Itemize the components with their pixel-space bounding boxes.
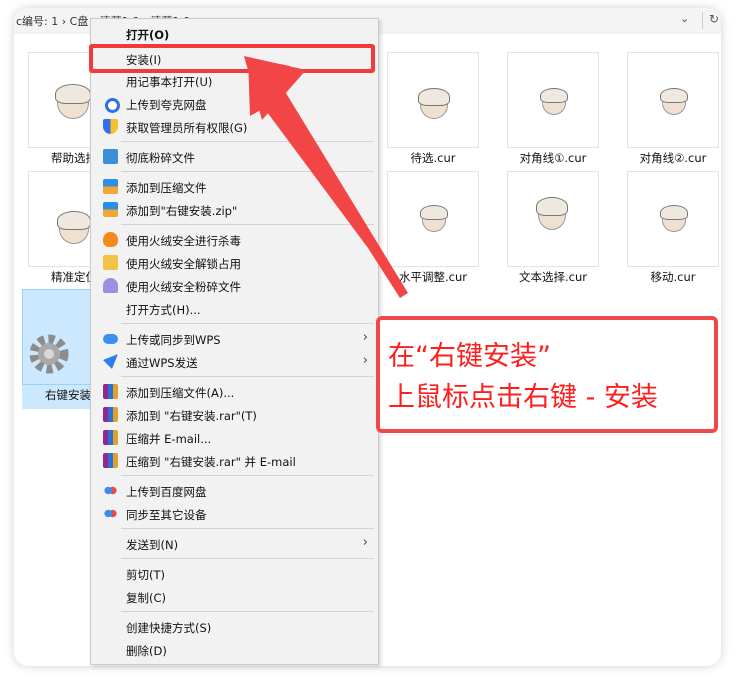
file-tile[interactable]: 对角线②.cur	[627, 52, 719, 170]
menu-item-copy[interactable]: 复制(C)	[91, 586, 378, 608]
menu-separator	[121, 376, 374, 377]
file-tile[interactable]: 移动.cur	[627, 171, 719, 289]
instruction-line-2: 上鼠标点击右键 - 安装	[388, 382, 658, 413]
menu-item-upload-quark[interactable]: 上传到夸克网盘	[91, 93, 378, 115]
instruction-callout: 在“右键安装” 上鼠标点击右键 - 安装	[376, 316, 718, 433]
menu-separator	[121, 611, 374, 612]
menu-item-rar-add-named[interactable]: 添加到 "右键安装.rar"(T)	[91, 404, 378, 426]
menu-separator	[121, 323, 374, 324]
archive-icon	[103, 179, 118, 194]
context-menu: 打开(O) 安装(I) 用记事本打开(U) 上传到夸克网盘 获取管理员所有权限(…	[89, 18, 379, 665]
menu-item-cut[interactable]: 剪切(T)	[91, 563, 378, 585]
shredder-icon	[103, 149, 118, 164]
menu-item-rar-add[interactable]: 添加到压缩文件(A)...	[91, 381, 378, 403]
winrar-icon	[103, 453, 118, 468]
folder-unlock-icon	[103, 255, 118, 270]
refresh-icon[interactable]: ↻	[709, 12, 719, 26]
file-tile[interactable]: 待选.cur	[387, 52, 479, 170]
file-label: 对角线②.cur	[639, 151, 707, 165]
winrar-icon	[103, 430, 118, 445]
menu-separator	[121, 141, 374, 142]
menu-item-wps-send[interactable]: 通过WPS发送 ›	[91, 351, 378, 373]
file-thumbnail	[507, 171, 599, 267]
menu-item-add-to-zip[interactable]: 添加到"右键安装.zip"	[91, 199, 378, 221]
chevron-right-icon: ›	[362, 535, 368, 550]
menu-separator	[121, 475, 374, 476]
menu-item-wps-upload[interactable]: 上传或同步到WPS ›	[91, 328, 378, 350]
menu-item-shred[interactable]: 彻底粉碎文件	[91, 146, 378, 168]
menu-item-add-to-archive[interactable]: 添加到压缩文件	[91, 176, 378, 198]
winrar-icon	[103, 407, 118, 422]
menu-separator	[121, 224, 374, 225]
file-label: 对角线①.cur	[519, 151, 587, 165]
file-thumbnail	[507, 52, 599, 148]
file-thumbnail	[627, 171, 719, 267]
menu-item-huorong-unlock[interactable]: 使用火绒安全解锁占用	[91, 252, 378, 274]
file-thumbnail	[627, 52, 719, 148]
menu-item-rar-email[interactable]: 压缩并 E-mail...	[91, 427, 378, 449]
file-tile[interactable]: 文本选择.cur	[507, 171, 599, 289]
menu-item-baidu-sync[interactable]: 同步至其它设备	[91, 503, 378, 525]
file-label: 移动.cur	[650, 270, 696, 284]
flame-icon	[103, 232, 118, 247]
file-thumbnail	[387, 52, 479, 148]
menu-item-open-with[interactable]: 打开方式(H)...	[91, 298, 378, 320]
send-icon	[103, 354, 118, 369]
menu-item-open[interactable]: 打开(O)	[91, 23, 378, 45]
menu-separator	[121, 528, 374, 529]
file-label: 文本选择.cur	[519, 270, 587, 284]
chevron-right-icon: ›	[362, 353, 368, 368]
shield-icon	[103, 119, 118, 134]
file-label: 待选.cur	[410, 151, 456, 165]
menu-item-huorong-shred[interactable]: 使用火绒安全粉碎文件	[91, 275, 378, 297]
file-tile[interactable]: 水平调整.cur	[387, 171, 479, 289]
file-thumbnail	[387, 171, 479, 267]
chevron-down-icon[interactable]: ⌄	[680, 12, 689, 25]
winrar-icon	[103, 384, 118, 399]
menu-separator	[121, 558, 374, 559]
menu-item-rar-named-email[interactable]: 压缩到 "右键安装.rar" 并 E-mail	[91, 450, 378, 472]
archive-icon	[103, 202, 118, 217]
file-label: 水平调整.cur	[399, 270, 467, 284]
gear-icon	[29, 334, 69, 374]
divider	[702, 12, 703, 29]
menu-item-delete[interactable]: 删除(D)	[91, 639, 378, 661]
menu-item-open-with-notepad[interactable]: 用记事本打开(U)	[91, 70, 378, 92]
install-highlight-box	[89, 44, 375, 73]
menu-item-baidu-upload[interactable]: 上传到百度网盘	[91, 480, 378, 502]
file-tile[interactable]: 对角线①.cur	[507, 52, 599, 170]
menu-item-take-ownership[interactable]: 获取管理员所有权限(G)	[91, 116, 378, 138]
menu-item-huorong-scan[interactable]: 使用火绒安全进行杀毒	[91, 229, 378, 251]
cloud-icon	[103, 334, 118, 344]
menu-separator	[121, 171, 374, 172]
quark-icon	[105, 98, 120, 113]
baidu-icon	[103, 483, 118, 498]
baidu-icon	[103, 506, 118, 521]
instruction-line-1: 在“右键安装”	[388, 341, 551, 372]
chevron-right-icon: ›	[362, 330, 368, 345]
menu-item-create-shortcut[interactable]: 创建快捷方式(S)	[91, 616, 378, 638]
menu-item-send-to[interactable]: 发送到(N) ›	[91, 533, 378, 555]
shred-icon	[103, 278, 118, 293]
